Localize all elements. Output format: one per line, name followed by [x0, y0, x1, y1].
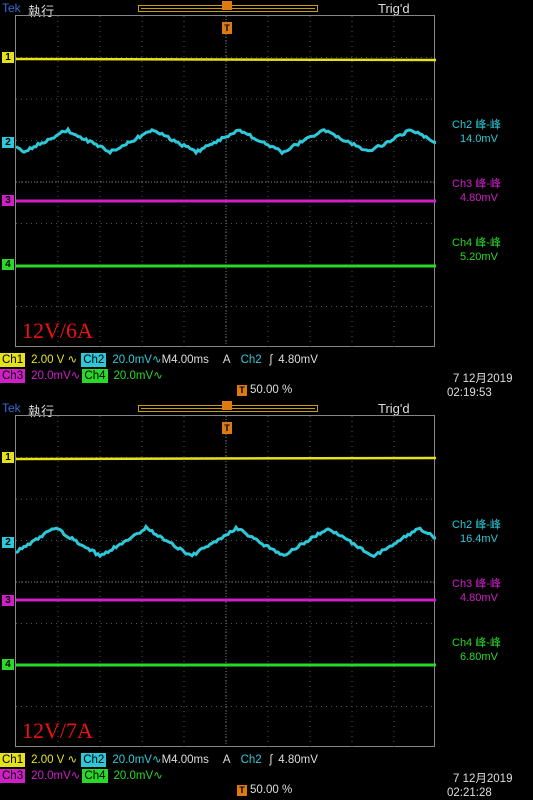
status-line-2: Ch3 20.0mV∿ Ch4 20.0mV∿ — [0, 769, 163, 783]
capture-date: 7 12月2019 — [453, 372, 512, 386]
capture-date: 7 12月2019 — [453, 772, 512, 786]
measurement-ch3: Ch3 峰-峰 4.80mV — [452, 577, 501, 605]
ch2-tag: Ch2 — [81, 753, 106, 767]
trigger-mode: A — [223, 754, 231, 766]
trigger-mode: A — [223, 354, 231, 366]
ch2-scale: 20.0mV — [112, 354, 152, 366]
load-condition-label: 12V/7A — [22, 718, 93, 744]
scope-capture-top: Tek 執行 T Trig'd 1 2 3 4 Ch2 峰-峰 14.0mV C… — [0, 0, 533, 400]
waveform-graticule — [15, 415, 435, 747]
ch2-tag: Ch2 — [81, 353, 106, 367]
ch2-marker: 2 — [2, 137, 14, 148]
ch3-tag: Ch3 — [0, 369, 25, 383]
timebase: M4.00ms — [162, 754, 209, 766]
trigger-source: Ch2 — [241, 354, 262, 366]
ch2-scale: 20.0mV — [112, 754, 152, 766]
ch4-scale: 20.0mV — [114, 770, 154, 782]
timebase: M4.00ms — [162, 354, 209, 366]
ch1-marker: 1 — [2, 52, 14, 63]
ch2-marker: 2 — [2, 537, 14, 548]
measurement-label: Ch4 峰-峰 — [452, 236, 501, 250]
measurement-label: Ch3 峰-峰 — [452, 577, 501, 591]
ch3-marker: 3 — [2, 595, 14, 606]
measurement-value: 14.0mV — [452, 132, 501, 146]
trigger-t-icon: T — [237, 785, 247, 796]
measurement-label: Ch3 峰-峰 — [452, 177, 501, 191]
trigger-source: Ch2 — [241, 754, 262, 766]
ch3-scale: 20.0mV — [31, 770, 71, 782]
trigger-position-readout: T 50.00 % — [237, 784, 292, 796]
trigger-status: Trig'd — [378, 401, 410, 416]
measurement-value: 4.80mV — [452, 191, 501, 205]
ch4-marker: 4 — [2, 659, 14, 670]
capture-time: 02:21:28 — [447, 786, 492, 800]
trigger-position-readout: T 50.00 % — [237, 384, 292, 396]
brand-label: Tek — [2, 401, 21, 415]
measurement-ch2: Ch2 峰-峰 14.0mV — [452, 118, 501, 146]
ch2-trace — [16, 527, 436, 557]
trigger-status: Trig'd — [378, 1, 410, 16]
trigger-level: 4.80mV — [278, 754, 318, 766]
measurement-value: 6.80mV — [452, 650, 501, 664]
ch1-scale: 2.00 V — [31, 754, 64, 766]
ch4-marker: 4 — [2, 259, 14, 270]
ch1-trace — [16, 458, 436, 459]
measurement-value: 5.20mV — [452, 250, 501, 264]
ch3-scale: 20.0mV — [31, 370, 71, 382]
measurement-label: Ch2 峰-峰 — [452, 518, 501, 532]
ch4-scale: 20.0mV — [114, 370, 154, 382]
ch1-tag: Ch1 — [0, 353, 25, 367]
measurement-ch4: Ch4 峰-峰 5.20mV — [452, 236, 501, 264]
trigger-slope-icon: ʃ — [270, 754, 273, 766]
measurement-ch3: Ch3 峰-峰 4.80mV — [452, 177, 501, 205]
trigger-slope-icon: ʃ — [270, 354, 273, 366]
ch4-tag: Ch4 — [82, 369, 107, 383]
ch2-trace — [16, 129, 436, 153]
trigger-level: 4.80mV — [278, 354, 318, 366]
capture-time: 02:19:53 — [447, 386, 492, 400]
trigger-position-marker — [222, 1, 232, 10]
waveform-traces — [16, 416, 436, 748]
waveform-graticule — [15, 15, 435, 347]
brand-label: Tek — [2, 1, 21, 15]
status-line-1: Ch1 2.00 V ∿ Ch2 20.0mV∿M4.00ms A Ch2 ʃ 4.80mV — [0, 753, 318, 767]
measurement-ch2: Ch2 峰-峰 16.4mV — [452, 518, 501, 546]
status-line-2: Ch3 20.0mV∿ Ch4 20.0mV∿ — [0, 369, 163, 383]
measurement-value: 4.80mV — [452, 591, 501, 605]
trigger-t-icon: T — [237, 385, 247, 396]
ch1-trace — [16, 59, 436, 60]
ch1-scale: 2.00 V — [31, 354, 64, 366]
ch3-tag: Ch3 — [0, 769, 25, 783]
trigger-position-marker — [222, 401, 232, 410]
load-condition-label: 12V/6A — [22, 318, 93, 344]
ch1-tag: Ch1 — [0, 753, 25, 767]
measurement-label: Ch4 峰-峰 — [452, 636, 501, 650]
status-line-1: Ch1 2.00 V ∿ Ch2 20.0mV∿M4.00ms A Ch2 ʃ 4.80mV — [0, 353, 318, 367]
ch4-tag: Ch4 — [82, 769, 107, 783]
measurement-label: Ch2 峰-峰 — [452, 118, 501, 132]
scope-capture-bottom: Tek 執行 T Trig'd 1 2 3 4 Ch2 峰-峰 16.4mV C… — [0, 400, 533, 800]
ch3-marker: 3 — [2, 195, 14, 206]
measurement-value: 16.4mV — [452, 532, 501, 546]
ch1-marker: 1 — [2, 452, 14, 463]
measurement-ch4: Ch4 峰-峰 6.80mV — [452, 636, 501, 664]
waveform-traces — [16, 16, 436, 348]
